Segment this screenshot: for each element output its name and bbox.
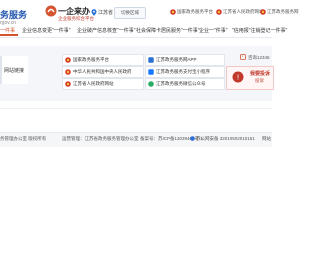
- police-badge-icon: [190, 136, 195, 141]
- complaint-subtitle: 投诉: [255, 78, 264, 83]
- header-link-provincial-gov[interactable]: 江苏省人民政府网站: [223, 9, 264, 15]
- section-divider: [0, 108, 272, 109]
- nav-item-one-thing[interactable]: 一件事: [0, 27, 15, 34]
- svg-text:!: !: [237, 73, 240, 81]
- switch-region-button[interactable]: 切换区域: [114, 7, 146, 19]
- link-card-gov-app[interactable]: 江苏政务服务网APP: [145, 54, 225, 66]
- tab-website-links-label: 网站链接: [4, 68, 25, 74]
- footer-site-link[interactable]: 网站: [262, 136, 271, 142]
- tab-divider: [0, 56, 2, 84]
- logo-icon: [45, 5, 57, 17]
- footer-police-record[interactable]: 苏公网安备 32010502010151: [196, 136, 255, 142]
- national-emblem-icon: [65, 57, 71, 63]
- link-card-label: 国家政务服务平台: [73, 57, 109, 62]
- link-card-alipay-mini[interactable]: 江苏政务服务支付宝小程序: [145, 66, 225, 78]
- link-card-provincial-gov[interactable]: 江苏省人民政府网站: [62, 78, 144, 90]
- header-link-gov-service[interactable]: 江苏政务服务网: [267, 9, 299, 15]
- current-region: 江苏省: [98, 10, 114, 16]
- app-icon: [148, 57, 154, 63]
- phone-icon: [240, 54, 246, 60]
- footer-operator: 运营管理：江苏省政务服务管理办公室: [62, 136, 139, 141]
- nav-item-enterprise[interactable]: 企业一"件事": [199, 27, 228, 34]
- emblem-icon: [65, 81, 71, 87]
- link-card-label: 江苏政务服务网APP: [156, 57, 197, 62]
- nav-active-indicator: [0, 34, 18, 36]
- hotline-link[interactable]: 咨询12345: [248, 55, 270, 61]
- nav-item-credit-cancel[interactable]: "信用报"注销登记一件事": [232, 27, 287, 34]
- header-link-national-platform[interactable]: 国家政务服务平台: [177, 9, 213, 15]
- link-card-label: 江苏政务服务支付宝小程序: [156, 69, 210, 74]
- link-card-central-gov[interactable]: 中华人民共和国中央人民政府: [62, 66, 144, 78]
- link-card-label: 江苏政务服务微信公众号: [156, 81, 206, 86]
- wechat-icon: [148, 81, 154, 87]
- link-card-label: 中华人民共和国中央人民政府: [73, 69, 132, 74]
- complaint-icon: !: [232, 71, 244, 83]
- footer-copyright: 务管理办公室 版权所有: [0, 136, 47, 141]
- top-nav: 一件事 企业信息变更"一件事" 企业破产信息核查"一件事" 社会保障卡居民服务"…: [0, 22, 287, 36]
- nav-item-social-security[interactable]: 社会保障卡居民服务"一件事": [136, 27, 200, 34]
- national-emblem-icon: [170, 9, 176, 15]
- link-card-national-platform[interactable]: 国家政务服务平台: [62, 54, 144, 66]
- link-card-wechat[interactable]: 江苏政务服务微信公众号: [145, 78, 225, 90]
- complaint-title: 我要投诉: [250, 71, 271, 77]
- location-pin-icon: [91, 9, 97, 16]
- national-emblem-icon: [65, 69, 71, 75]
- nav-item-bankruptcy[interactable]: 企业破产信息核查"一件事": [77, 27, 136, 34]
- alipay-icon: [148, 69, 154, 75]
- emblem-icon: [216, 9, 222, 15]
- link-card-label: 江苏省人民政府网站: [73, 81, 114, 86]
- emblem-icon: [260, 9, 266, 15]
- nav-item-info-change[interactable]: 企业信息变更"一件事": [22, 27, 71, 34]
- nav-divider: [0, 37, 272, 38]
